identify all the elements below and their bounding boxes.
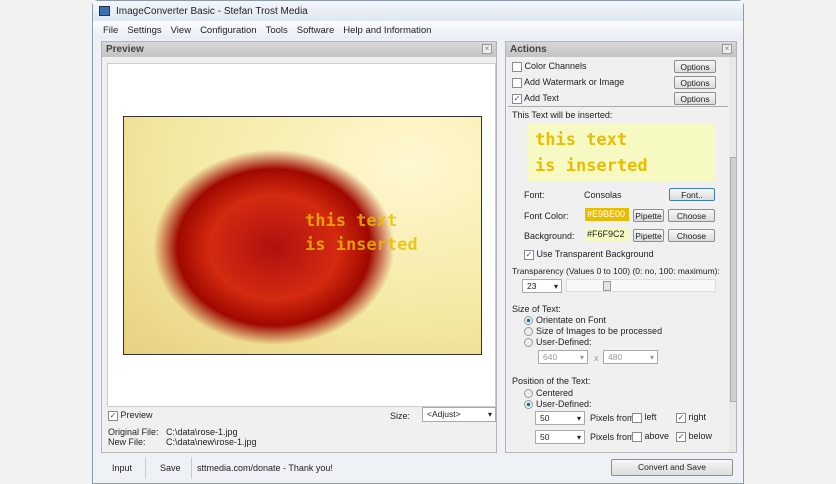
position-title: Position of the Text: — [512, 376, 591, 386]
menu-configuration[interactable]: Configuration — [200, 25, 257, 36]
actions-panel: Actions × Color Channels Options Add Wate… — [505, 41, 737, 453]
size-title: Size of Text: — [512, 304, 561, 314]
original-file-value: C:\data\rose-1.jpg — [166, 427, 238, 437]
action-add-watermark[interactable]: Add Watermark or Image — [512, 77, 624, 88]
actions-title: Actions — [510, 44, 547, 55]
overlay-text-line1: this text — [305, 211, 398, 231]
options-button[interactable]: Options — [674, 76, 716, 89]
pixels-from-label: Pixels from — [590, 413, 635, 423]
menu-bar: File Settings View Configuration Tools S… — [93, 21, 743, 39]
preview-panel: Preview × this text is inserted ✓ Preview… — [101, 41, 497, 453]
menu-help[interactable]: Help and Information — [343, 25, 431, 36]
close-icon[interactable]: × — [722, 44, 732, 54]
scrollbar-thumb[interactable] — [730, 157, 736, 402]
font-value: Consolas — [584, 190, 622, 200]
preview-label: Preview — [120, 410, 153, 420]
transparency-slider[interactable] — [566, 279, 716, 292]
size-label: Size: — [390, 411, 411, 421]
below-checkbox[interactable]: ✓ below — [676, 431, 712, 442]
vertical-offset-select[interactable]: 50 — [535, 430, 585, 444]
app-icon — [99, 6, 110, 16]
background-swatch[interactable]: #F6F9C2 — [585, 228, 629, 241]
transparency-select[interactable]: 23 — [522, 279, 562, 293]
action-color-channels[interactable]: Color Channels — [512, 61, 587, 72]
convert-and-save-button[interactable]: Convert and Save — [611, 459, 733, 476]
divider — [191, 457, 192, 479]
options-button[interactable]: Options — [674, 60, 716, 73]
font-color-swatch[interactable]: #E9BE00 — [585, 208, 629, 221]
menu-tools[interactable]: Tools — [266, 25, 288, 36]
font-label: Font: — [524, 190, 545, 200]
divider — [508, 106, 728, 107]
right-checkbox[interactable]: ✓ right — [676, 412, 706, 423]
overlay-text-line2: is inserted — [305, 235, 418, 255]
preview-canvas: this text is inserted — [107, 63, 496, 407]
menu-file[interactable]: File — [103, 25, 118, 36]
menu-software[interactable]: Software — [297, 25, 335, 36]
label: User-Defined: — [536, 399, 592, 409]
above-checkbox[interactable]: above — [632, 431, 669, 442]
options-button[interactable]: Options — [674, 92, 716, 105]
app-window: ImageConverter Basic - Stefan Trost Medi… — [92, 0, 744, 484]
radio-orientate-font[interactable]: Orientate on Font — [524, 315, 607, 326]
font-button[interactable]: Font.. — [669, 188, 715, 201]
choose-button[interactable]: Choose — [668, 229, 715, 242]
slider-thumb[interactable] — [603, 281, 611, 291]
radio-size-images[interactable]: Size of Images to be processed — [524, 326, 663, 337]
background-label: Background: — [524, 231, 575, 241]
label: Use Transparent Background — [536, 249, 654, 259]
times-sign: x — [594, 353, 599, 363]
radio-centered[interactable]: Centered — [524, 388, 574, 399]
new-file-label: New File: — [108, 437, 146, 447]
insert-label: This Text will be inserted: — [512, 110, 613, 120]
label: Add Watermark or Image — [524, 77, 625, 87]
label: above — [644, 431, 670, 441]
pipette-button[interactable]: Pipette — [633, 209, 664, 222]
menu-view[interactable]: View — [171, 25, 191, 36]
text-line1: this text — [535, 130, 628, 150]
divider — [145, 457, 146, 479]
donate-link[interactable]: sttmedia.com/donate - Thank you! — [197, 463, 333, 473]
rose-image: this text is inserted — [123, 116, 482, 355]
text-line2: is inserted — [535, 156, 648, 176]
left-checkbox[interactable]: left — [632, 412, 657, 423]
title-bar: ImageConverter Basic - Stefan Trost Medi… — [93, 1, 743, 21]
label: Size of Images to be processed — [536, 326, 663, 336]
label: Color Channels — [524, 61, 587, 71]
width-select[interactable]: 640 — [538, 350, 588, 364]
close-icon[interactable]: × — [482, 44, 492, 54]
label: Centered — [536, 388, 574, 398]
pixels-from-label: Pixels from — [590, 432, 635, 442]
label: below — [688, 431, 713, 441]
label: left — [644, 412, 657, 422]
new-file-value: C:\data\new\rose-1.jpg — [166, 437, 257, 447]
preview-checkbox[interactable]: ✓ Preview — [108, 410, 153, 421]
menu-settings[interactable]: Settings — [127, 25, 161, 36]
label: right — [688, 412, 707, 422]
font-color-label: Font Color: — [524, 211, 569, 221]
window-title: ImageConverter Basic - Stefan Trost Medi… — [116, 5, 308, 17]
label: User-Defined: — [536, 337, 592, 347]
label: Add Text — [524, 93, 559, 103]
transparency-label: Transparency (Values 0 to 100) (0: no, 1… — [512, 266, 720, 276]
size-select[interactable]: <Adjust> — [422, 407, 496, 422]
height-select[interactable]: 480 — [603, 350, 658, 364]
input-button[interactable]: Input — [112, 463, 132, 473]
bottom-bar: Input Save sttmedia.com/donate - Thank y… — [93, 455, 743, 483]
text-input[interactable]: this text is inserted — [527, 123, 716, 181]
pipette-button[interactable]: Pipette — [633, 229, 664, 242]
radio-size-user-defined[interactable]: User-Defined: — [524, 337, 592, 348]
horizontal-offset-select[interactable]: 50 — [535, 411, 585, 425]
save-button[interactable]: Save — [160, 463, 181, 473]
preview-title: Preview — [106, 44, 144, 55]
checkbox[interactable]: ✓ — [108, 410, 118, 421]
action-add-text[interactable]: ✓ Add Text — [512, 93, 559, 104]
label: Orientate on Font — [536, 315, 607, 325]
original-file-label: Original File: — [108, 427, 159, 437]
scrollbar[interactable] — [729, 57, 736, 452]
choose-button[interactable]: Choose — [668, 209, 715, 222]
radio-position-user-defined[interactable]: User-Defined: — [524, 399, 592, 410]
transparent-bg-checkbox[interactable]: ✓ Use Transparent Background — [524, 249, 654, 260]
